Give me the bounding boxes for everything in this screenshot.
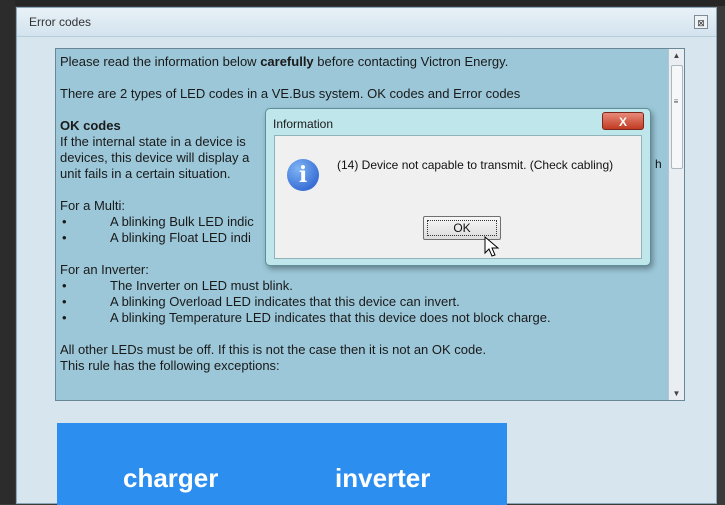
inverter-bullet-3: • A blinking Temperature LED indicates th… (60, 310, 660, 326)
dialog-message: (14) Device not capable to transmit. (Ch… (337, 158, 614, 172)
bullet-dot: • (62, 310, 67, 325)
window-title: Error codes (29, 15, 92, 29)
scroll-up-icon[interactable]: ▲ (669, 51, 684, 60)
rule-exceptions-line: This rule has the following exceptions: (60, 358, 280, 373)
intro-paragraph: Please read the information below carefu… (60, 54, 660, 70)
bullet-dot: • (62, 214, 67, 229)
bullet-text: A blinking Float LED indi (110, 230, 251, 245)
bullet-dot: • (62, 294, 67, 309)
scroll-down-icon[interactable]: ▼ (669, 389, 684, 398)
intro-text-end: before contacting Victron Energy. (313, 54, 509, 69)
bullet-text: A blinking Bulk LED indic (110, 214, 254, 229)
intro-bold: carefully (260, 54, 314, 69)
side-fragment: h (655, 157, 662, 171)
bullet-text: A blinking Overload LED indicates that t… (110, 294, 460, 309)
information-dialog: Information X i (14) Device not capable … (265, 108, 651, 266)
window-titlebar[interactable]: Error codes ⊠ (17, 8, 716, 37)
bullet-dot: • (62, 230, 67, 245)
scroll-grip-icon: ≡ (673, 97, 679, 106)
dialog-close-button[interactable]: X (602, 112, 644, 130)
inverter-bullet-1: • The Inverter on LED must blink. (60, 278, 660, 294)
dialog-title: Information (273, 117, 334, 131)
bullet-text: A blinking Temperature LED indicates tha… (110, 310, 551, 325)
dialog-body: i (14) Device not capable to transmit. (… (274, 135, 642, 259)
charger-inverter-image: charger inverter (57, 423, 507, 505)
mouse-pointer-icon (484, 236, 500, 257)
inverter-bullet-2: • A blinking Overload LED indicates that … (60, 294, 660, 310)
window-close-button[interactable]: ⊠ (694, 15, 708, 29)
bullet-text: The Inverter on LED must blink. (110, 278, 293, 293)
intro-text: Please read the information below (60, 54, 261, 69)
other-leds-line: All other LEDs must be off. If this is n… (60, 342, 487, 357)
charger-label: charger (123, 463, 219, 493)
screen-edge-top (0, 0, 725, 6)
screen-edge-left (0, 0, 15, 504)
types-line: There are 2 types of LED codes in a VE.B… (60, 86, 521, 101)
dialog-titlebar[interactable]: Information X (266, 109, 650, 135)
inverter-label: inverter (335, 463, 431, 493)
scroll-thumb[interactable] (671, 65, 683, 169)
bullet-dot: • (62, 278, 67, 293)
ok-codes-heading-text: OK codes (60, 118, 121, 133)
vertical-scrollbar[interactable]: ▲ ≡ ▼ (668, 49, 684, 400)
info-icon: i (287, 159, 319, 191)
